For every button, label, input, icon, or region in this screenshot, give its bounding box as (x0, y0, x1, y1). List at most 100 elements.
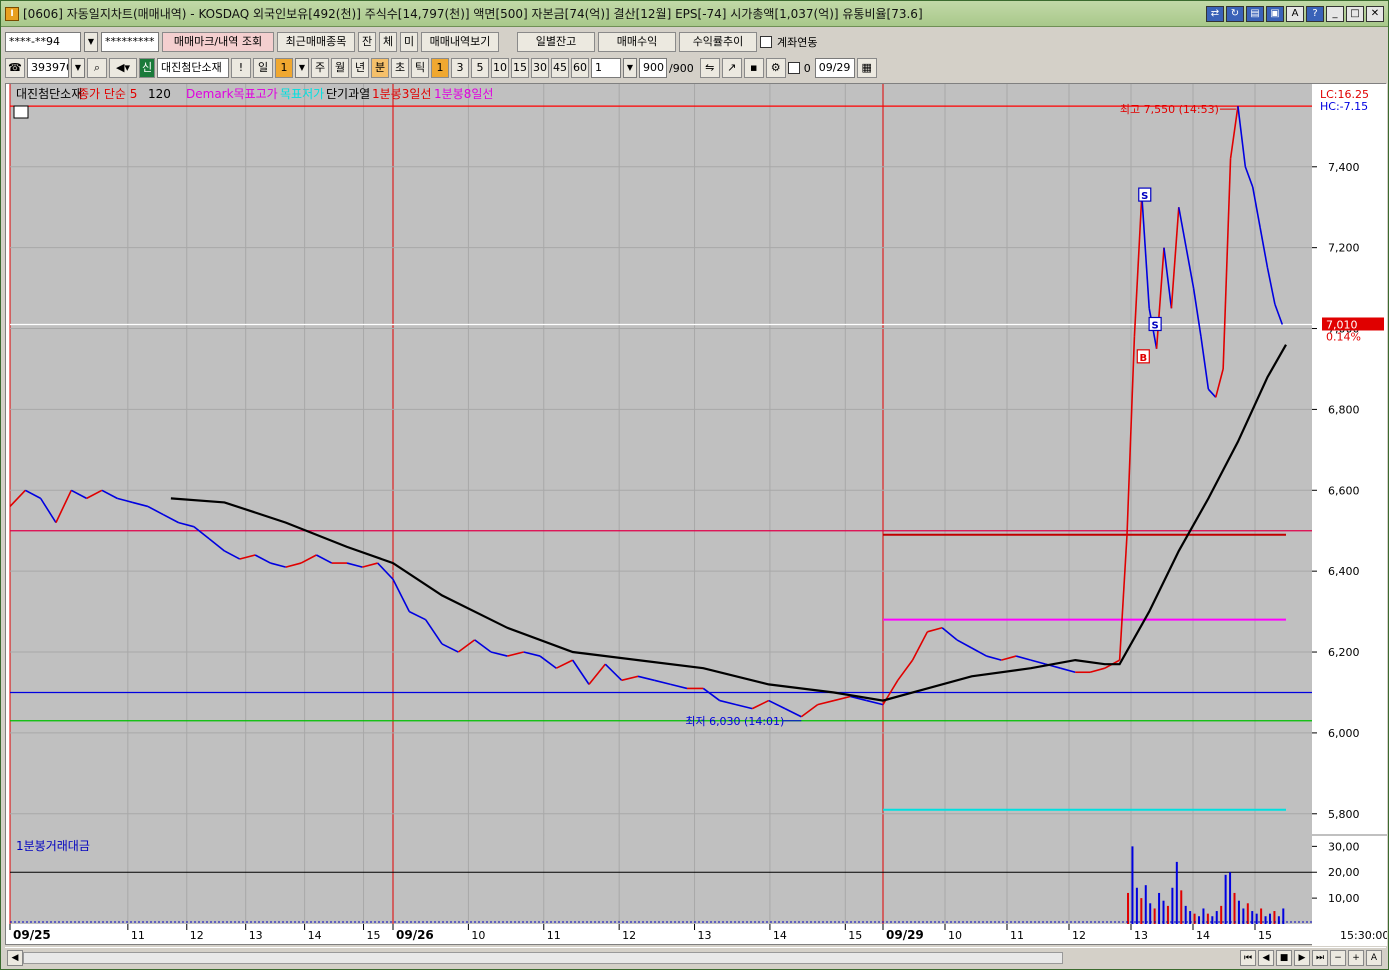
last-icon[interactable]: ⏭ (1312, 950, 1328, 966)
volume-bar (1215, 911, 1218, 924)
vol-y-tick-label: 20,00 (1328, 866, 1360, 879)
x-tick-label: 12 (622, 929, 636, 942)
volume-bar (1158, 892, 1161, 924)
app-icon: I (5, 6, 19, 21)
zoom-in-icon[interactable]: + (1348, 950, 1364, 966)
date-checkbox[interactable] (787, 62, 800, 74)
interval-button-45[interactable]: 45 (551, 58, 569, 78)
legend-item: 120 (148, 87, 171, 101)
date-checkbox-label: 0 (803, 61, 811, 75)
minimize-button[interactable]: _ (1326, 5, 1344, 22)
save-icon[interactable]: ▪ (743, 58, 764, 78)
period-minute-button[interactable]: 분 (371, 58, 389, 78)
interval-button-10[interactable]: 10 (491, 58, 509, 78)
volume-bar (1131, 846, 1134, 924)
legend-item: 1분봉3일선 (372, 87, 431, 101)
next-icon[interactable]: ▶ (1294, 950, 1310, 966)
interval-button-3[interactable]: 3 (451, 58, 469, 78)
title-bar: I [0606] 자동일지차트(매매내역) - KOSDAQ 외국인보유[492… (1, 1, 1388, 27)
period-second-button[interactable]: 초 (391, 58, 409, 78)
period-month-button[interactable]: 월 (331, 58, 349, 78)
pending-button[interactable]: 미 (400, 32, 418, 52)
period-day-button[interactable]: 일 (253, 58, 273, 78)
volume-bar (1246, 903, 1249, 924)
horizontal-scrollbar[interactable] (23, 952, 1063, 964)
volume-bar (1144, 885, 1147, 924)
interval-button-60[interactable]: 60 (571, 58, 589, 78)
alert-button[interactable]: ! (231, 58, 251, 78)
interval-button-30[interactable]: 30 (531, 58, 549, 78)
x-tick-label: 15 (1258, 929, 1272, 942)
count-field[interactable]: 900 (639, 58, 667, 78)
password-field[interactable]: ********* (101, 32, 159, 52)
executed-button[interactable]: 체 (379, 32, 397, 52)
volume-bar (1171, 887, 1174, 924)
settings-icon[interactable]: ⚙ (765, 58, 786, 78)
font-icon-small[interactable]: A (1366, 950, 1382, 966)
period-tick-button[interactable]: 틱 (411, 58, 429, 78)
high-annotation: 최고 7,550 (14:53) (1120, 103, 1219, 116)
sell-mark: S (1141, 191, 1148, 202)
account-link-checkbox[interactable] (760, 36, 772, 48)
stock-name-field[interactable]: 대진첨단소재 (157, 58, 229, 78)
print-icon[interactable]: ▤ (1246, 5, 1264, 22)
x-tick-label: 10 (471, 929, 485, 942)
legend-item: 1분봉8일선 (434, 87, 493, 101)
prev-icon[interactable]: ◀ (1258, 950, 1274, 966)
hc-label: HC:-7.15 (1320, 100, 1368, 113)
help-icon[interactable]: ? (1306, 5, 1324, 22)
day-dropdown-icon[interactable]: ▼ (295, 58, 309, 78)
trade-profit-button[interactable]: 매매수익 (598, 32, 676, 52)
period-day-value[interactable]: 1 (275, 58, 293, 78)
interval-button-1[interactable]: 1 (431, 58, 449, 78)
stock-code-field[interactable]: 393970 (27, 58, 69, 78)
refresh-icon[interactable]: ↻ (1226, 5, 1244, 22)
status-bar: ◀ ⏮ ◀ ■ ▶ ⏭ − + A (5, 947, 1386, 967)
date-field[interactable]: 09/29 (814, 58, 855, 78)
volume-bar (1220, 905, 1223, 924)
volume-bar (1211, 916, 1214, 924)
volume-label: 1분봉거래대금 (16, 839, 90, 853)
recent-trades-button[interactable]: 최근매매종목 (277, 32, 355, 52)
speaker-icon[interactable]: ◀▾ (109, 58, 137, 78)
maximize-button[interactable]: □ (1346, 5, 1364, 22)
legend-item: 단기과열 (326, 87, 370, 101)
zoom-out-icon[interactable]: − (1330, 950, 1346, 966)
code-dropdown-icon[interactable]: ▼ (71, 58, 85, 78)
interval-buttons: 1 3 5 10 15 30 45 60 (431, 58, 589, 78)
first-icon[interactable]: ⏮ (1240, 950, 1256, 966)
trend-icon[interactable]: ↗ (721, 58, 742, 78)
link-icon[interactable]: ⇄ (1206, 5, 1224, 22)
interval-button-5[interactable]: 5 (471, 58, 489, 78)
interval-value-field[interactable]: 1 (591, 58, 621, 78)
x-tick-label: 09/26 (396, 928, 434, 942)
x-tick-label: 10 (948, 929, 962, 942)
return-trend-button[interactable]: 수익률추이 (679, 32, 757, 52)
font-icon[interactable]: A (1286, 5, 1304, 22)
search-icon[interactable]: ⌕ (87, 58, 107, 78)
stop-icon[interactable]: ■ (1276, 950, 1292, 966)
vol-y-tick-label: 10,00 (1328, 892, 1360, 905)
phone-icon[interactable]: ☎ (5, 58, 25, 78)
trade-history-button[interactable]: 매매내역보기 (421, 32, 499, 52)
y-tick-label: 6,800 (1328, 403, 1360, 416)
screen-icon[interactable]: ▣ (1266, 5, 1284, 22)
interval-dropdown-icon[interactable]: ▼ (623, 58, 637, 78)
swap-icon[interactable]: ⇋ (699, 58, 720, 78)
account-field[interactable]: ****-**94 (5, 32, 81, 52)
new-badge: 신 (139, 58, 155, 78)
daily-balance-button[interactable]: 일별잔고 (517, 32, 595, 52)
close-button[interactable]: ✕ (1366, 5, 1384, 22)
balance-button[interactable]: 잔 (358, 32, 376, 52)
trade-mark-button[interactable]: 매매마크/내역 조회 (162, 32, 274, 52)
x-tick-label: 12 (190, 929, 204, 942)
scroll-left-icon[interactable]: ◀ (7, 950, 23, 966)
volume-bar (1198, 916, 1201, 924)
period-year-button[interactable]: 년 (351, 58, 369, 78)
period-week-button[interactable]: 주 (311, 58, 329, 78)
calendar-icon[interactable]: ▦ (856, 58, 877, 78)
stock-chart[interactable]: 09/25 11 12 13 14 15 09/26 10 11 12 13 14 15 09/29 10 1… (6, 84, 1389, 946)
interval-button-15[interactable]: 15 (511, 58, 529, 78)
volume-bar (1180, 890, 1183, 924)
account-dropdown-icon[interactable]: ▼ (84, 32, 98, 52)
